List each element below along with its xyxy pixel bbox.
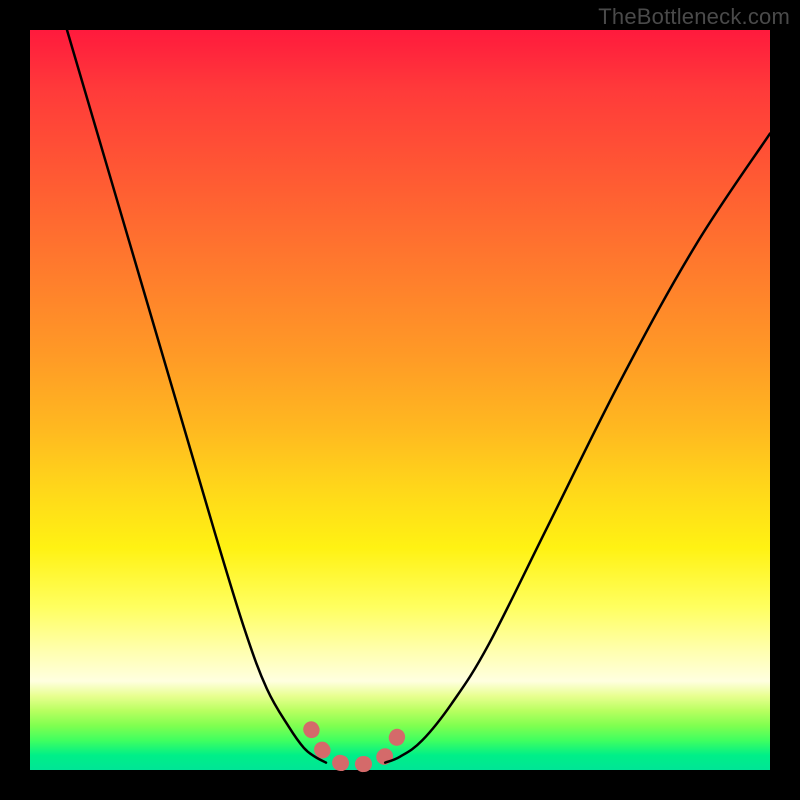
series-left-branch [67, 30, 326, 763]
plot-area [30, 30, 770, 770]
watermark-text: TheBottleneck.com [598, 4, 790, 30]
curves-layer [30, 30, 770, 770]
series-right-branch [385, 134, 770, 763]
chart-frame: TheBottleneck.com [0, 0, 800, 800]
series-bottom-highlight [311, 729, 400, 764]
